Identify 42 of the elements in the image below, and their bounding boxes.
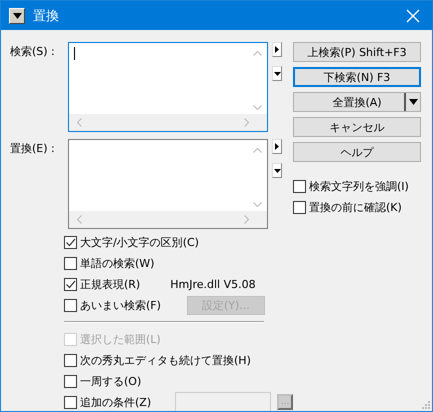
checkbox[interactable]: [293, 180, 306, 193]
checkbox-label: 検索文字列を強調(I): [309, 179, 409, 194]
checkbox-label: 一周する(O): [80, 374, 142, 388]
checkbox-label: 単語の検索(W): [80, 256, 154, 270]
checkbox-label: 大文字/小文字の区別(C): [80, 234, 199, 250]
condition-field[interactable]: [175, 392, 272, 411]
checkbox[interactable]: [64, 278, 77, 290]
caret-icon: [274, 72, 280, 76]
checkbox-label: あいまい検索(F): [80, 298, 161, 312]
checkbox-label: 正規表現(R): [80, 276, 140, 292]
history-dropdown-button[interactable]: [272, 163, 282, 178]
window-title: 置換: [33, 8, 60, 24]
close-icon[interactable]: [406, 8, 420, 22]
field-label: 置換(E) :: [10, 141, 56, 156]
dropdown-caret-icon: [408, 99, 418, 105]
history-dropdown-button[interactable]: [272, 66, 282, 81]
checkbox[interactable]: [64, 396, 77, 408]
checkbox[interactable]: [64, 298, 77, 312]
right-triangle-icon: [275, 46, 279, 53]
caret-icon: [12, 12, 22, 18]
resize-grip-icon[interactable]: [422, 401, 430, 409]
dialog-button[interactable]: キャンセル: [293, 117, 421, 137]
checkbox[interactable]: [64, 374, 77, 388]
dialog-button[interactable]: 全置換(A): [293, 92, 421, 112]
checkbox-label: 選択した範囲(L): [80, 332, 161, 346]
dialog-button[interactable]: 上検索(P) Shift+F3: [293, 42, 421, 62]
right-triangle-icon: [275, 143, 279, 150]
checkbox[interactable]: [64, 236, 77, 248]
checkbox[interactable]: [293, 201, 306, 214]
checkbox[interactable]: [64, 256, 77, 270]
checkbox[interactable]: [64, 354, 77, 366]
dialog-button[interactable]: 下検索(N) F3: [293, 67, 421, 87]
version-text: HmJre.dll V5.08: [170, 278, 256, 290]
checkbox-label: 次の秀丸エディタも続けて置換(H): [80, 352, 251, 368]
system-menu-button[interactable]: [9, 8, 25, 24]
checkbox-label: 追加の条件(Z): [80, 394, 152, 410]
dialog-button[interactable]: ヘルプ: [293, 142, 421, 162]
field-label: 検索(S) :: [10, 44, 56, 59]
insert-menu-button[interactable]: [272, 42, 282, 57]
insert-menu-button[interactable]: [272, 139, 282, 154]
caret-icon: [274, 168, 280, 172]
checkbox-label: 置換の前に確認(K): [309, 200, 402, 215]
